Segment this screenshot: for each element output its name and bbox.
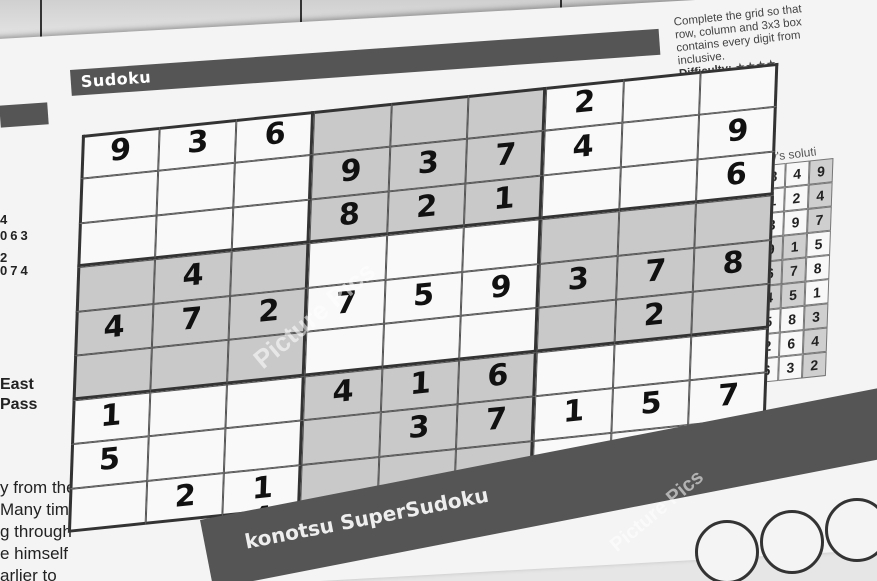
sudoku-digit: 6 [264, 116, 287, 154]
yesterday-cell: 6 [778, 330, 804, 357]
yesterday-cell: 2 [801, 351, 827, 379]
sudoku-digit: 3 [567, 260, 590, 298]
number-circle [825, 498, 877, 562]
sudoku-digit: 6 [725, 156, 748, 194]
sudoku-digit: 9 [339, 152, 363, 190]
left-number: 063 [0, 228, 31, 243]
sudoku-digit: 5 [412, 276, 435, 314]
sudoku-digit: 2 [643, 296, 666, 334]
sudoku-digit: 4 [181, 256, 205, 294]
yesterday-cell: 9 [783, 208, 808, 236]
left-number: 4 [0, 212, 8, 227]
sudoku-digit: 9 [489, 268, 513, 306]
bridge-pass: Pass [0, 396, 38, 413]
yesterday-cell: 1 [804, 279, 830, 306]
yesterday-cell: 7 [807, 206, 832, 234]
sudoku-digit: 7 [644, 252, 667, 290]
sudoku-digit: 3 [186, 124, 209, 162]
number-circle [760, 510, 824, 574]
sudoku-digit: 1 [409, 365, 432, 403]
sudoku-digit: 1 [99, 397, 123, 435]
yesterday-cell: 4 [784, 160, 810, 188]
sudoku-digit: 8 [338, 196, 361, 234]
sudoku-digit: 2 [257, 292, 281, 330]
sudoku-digit: 4 [103, 308, 126, 346]
sudoku-title: Sudoku [80, 67, 152, 92]
sudoku-digit: 3 [407, 409, 431, 447]
sudoku-digit: 5 [639, 385, 663, 423]
yesterday-cell: 4 [807, 182, 833, 209]
sudoku-digit: 9 [726, 112, 749, 150]
yesterday-cell: 8 [805, 254, 831, 282]
story-line: arlier to [0, 566, 57, 581]
sudoku-digit: 7 [180, 300, 203, 338]
sudoku-digit: 2 [174, 477, 197, 515]
sudoku-digit: 2 [573, 83, 596, 121]
sudoku-digit: 1 [562, 393, 585, 431]
yesterday-cell: 5 [806, 230, 831, 258]
number-circle [695, 520, 759, 581]
sudoku-digit: 2 [415, 188, 438, 226]
yesterday-cell: 7 [781, 257, 807, 285]
yesterday-cell: 4 [802, 327, 828, 355]
yesterday-cell: 5 [780, 281, 806, 309]
bridge-east: East [0, 376, 34, 393]
sudoku-digit: 6 [486, 357, 510, 395]
sudoku-digit: 9 [109, 132, 132, 170]
sudoku-digit: 4 [331, 373, 355, 411]
story-line: g through [0, 522, 72, 541]
yesterday-cell: 2 [784, 184, 809, 212]
yesterday-cell: 3 [803, 303, 829, 331]
left-column-bar [0, 102, 49, 128]
sudoku-digit: 3 [417, 144, 440, 182]
left-number: 074 [0, 263, 31, 278]
sudoku-digit: 7 [485, 401, 508, 439]
sudoku-digit: 5 [98, 441, 121, 479]
sudoku-digit: 7 [494, 136, 517, 174]
photo-scene: Sudoku Complete the grid so that row, co… [0, 0, 877, 581]
sudoku-digit: 7 [717, 377, 740, 415]
yesterday-cell: 8 [779, 305, 805, 333]
sudoku-digit: 1 [493, 180, 516, 218]
yesterday-cell: 9 [808, 157, 834, 185]
yesterday-cell: 3 [778, 354, 803, 381]
yesterday-cell: 1 [782, 233, 808, 260]
story-line: y from the [0, 478, 76, 497]
story-line: e himself [0, 544, 69, 563]
sudoku-cell [67, 480, 147, 533]
sudoku-digit: 4 [571, 128, 595, 166]
sudoku-digit: 8 [721, 244, 745, 282]
